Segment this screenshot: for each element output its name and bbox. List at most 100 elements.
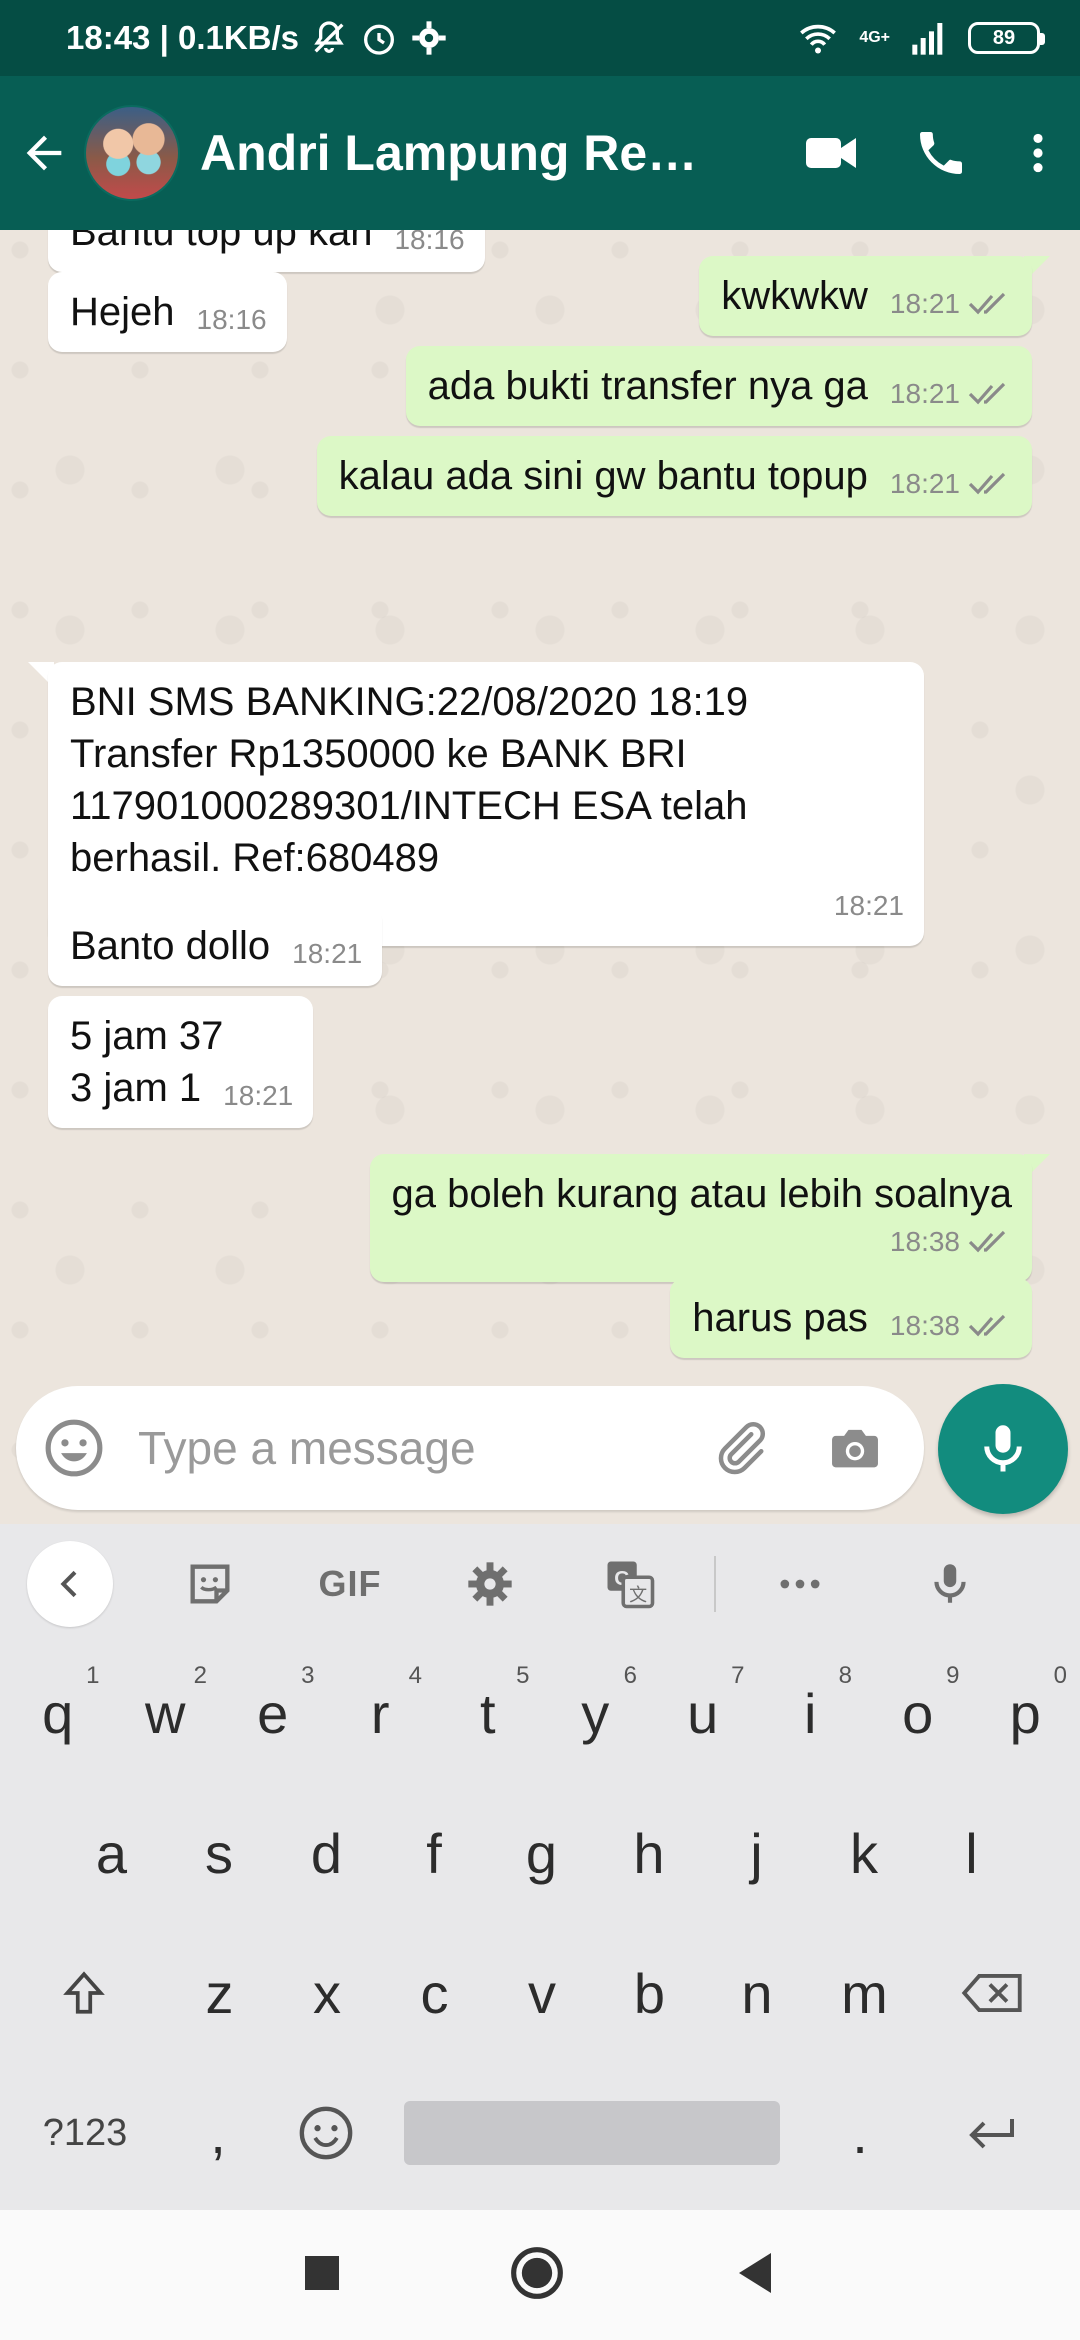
microphone-icon <box>934 1564 966 1603</box>
mute-notifications-icon <box>314 21 344 53</box>
video-camera-icon <box>806 138 856 168</box>
home-button[interactable] <box>509 2245 565 2306</box>
message-bubble-incoming[interactable]: Bantu top up kan 18:16 <box>48 230 485 272</box>
message-time: 18:38 <box>889 1226 960 1257</box>
back-button[interactable] <box>4 76 84 230</box>
key-t[interactable]: t5 <box>434 1644 542 1782</box>
key-u[interactable]: u7 <box>649 1644 757 1782</box>
key-hint: 9 <box>946 1662 960 1689</box>
message-bubble-incoming[interactable]: 5 jam 37 3 jam 1 18:21 <box>48 996 314 1128</box>
system-back-button[interactable] <box>735 2252 775 2298</box>
key-f[interactable]: f <box>381 1784 488 1922</box>
message-text: 5 jam 37 3 jam 1 <box>70 1014 224 1110</box>
key-label: e <box>257 1681 289 1745</box>
video-call-button[interactable] <box>776 76 886 230</box>
key-r[interactable]: r4 <box>327 1644 435 1782</box>
settings-gear-icon <box>412 21 446 55</box>
key-b[interactable]: b <box>596 1924 703 2062</box>
square-icon <box>305 2255 339 2290</box>
message-bubble-outgoing[interactable]: ada bukti transfer nya ga 18:21 <box>405 346 1032 426</box>
key-n[interactable]: n <box>704 1924 811 2062</box>
key-x[interactable]: x <box>274 1924 381 2062</box>
key-d[interactable]: d <box>273 1784 380 1922</box>
key-hint: 0 <box>1053 1662 1067 1689</box>
key-z[interactable]: z <box>166 1924 273 2062</box>
more-options-button[interactable] <box>730 1524 870 1644</box>
voice-call-button[interactable] <box>886 76 996 230</box>
soft-keyboard: q1w2e3r4t5y6u7i8o9p0 asdfghjkl zxcvbnm ?… <box>0 1644 1080 2210</box>
key-k[interactable]: k <box>811 1784 918 1922</box>
key-e[interactable]: e3 <box>219 1644 327 1782</box>
contact-avatar[interactable] <box>84 105 180 201</box>
message-bubble-incoming[interactable]: Hejeh 18:16 <box>48 272 287 352</box>
recents-button[interactable] <box>305 2255 339 2295</box>
comma-key[interactable]: , <box>168 2064 268 2202</box>
voice-record-button[interactable] <box>938 1384 1068 1514</box>
message-bubble-outgoing[interactable]: ga boleh kurang atau lebih soalnya 18:38 <box>369 1154 1032 1282</box>
symbols-key[interactable]: ?123 <box>20 2064 150 2202</box>
key-label: q <box>42 1681 74 1745</box>
sticker-button[interactable] <box>140 1524 280 1644</box>
period-key[interactable]: . <box>810 2064 910 2202</box>
emoji-icon <box>45 1419 103 1477</box>
keyboard-row-1: q1w2e3r4t5y6u7i8o9p0 <box>0 1644 1080 1782</box>
camera-button[interactable] <box>800 1419 910 1477</box>
key-o[interactable]: o9 <box>864 1644 972 1782</box>
camera-icon <box>832 1429 878 1468</box>
key-p[interactable]: p0 <box>972 1644 1080 1782</box>
double-check-read-icon <box>968 1314 1006 1337</box>
key-q[interactable]: q1 <box>4 1644 112 1782</box>
enter-key[interactable] <box>932 2064 1052 2202</box>
key-l[interactable]: l <box>918 1784 1025 1922</box>
contact-name[interactable]: Andri Lampung Rese... <box>200 124 720 182</box>
double-check-read-icon <box>968 1230 1006 1253</box>
voice-typing-button[interactable] <box>870 1524 1030 1644</box>
message-bubble-incoming[interactable]: Banto dollo 18:21 <box>48 906 383 986</box>
message-bubble-outgoing[interactable]: kwkwkw 18:21 <box>699 256 1032 336</box>
double-check-read-icon <box>968 292 1006 315</box>
overflow-menu-button[interactable] <box>996 76 1080 230</box>
wifi-icon <box>800 24 837 54</box>
message-text: BNI SMS BANKING:22/08/2020 18:19 Transfe… <box>70 680 749 880</box>
double-check-read-icon <box>968 472 1006 495</box>
message-bubble-outgoing[interactable]: kalau ada sini gw bantu topup 18:21 <box>316 436 1032 516</box>
key-h[interactable]: h <box>596 1784 703 1922</box>
key-y[interactable]: y6 <box>542 1644 650 1782</box>
message-list[interactable]: Bantu top up kan 18:16 Hejeh 18:16 kwkwkw 1… <box>0 230 1080 1520</box>
key-w[interactable]: w2 <box>112 1644 220 1782</box>
message-bubble-incoming[interactable]: BNI SMS BANKING:22/08/2020 18:19 Transfe… <box>48 662 924 946</box>
status-bar: 18:43 | 0.1KB/s 4G+ 89 <box>0 0 1080 76</box>
space-bar[interactable] <box>404 2101 780 2165</box>
message-text: harus pas <box>692 1296 868 1340</box>
message-bubble-outgoing[interactable]: harus pas 18:38 <box>670 1278 1032 1358</box>
attach-button[interactable] <box>680 1418 800 1478</box>
key-hint: 5 <box>516 1662 530 1689</box>
key-v[interactable]: v <box>489 1924 596 2062</box>
collapse-toolbar-button[interactable] <box>0 1524 140 1644</box>
key-j[interactable]: j <box>703 1784 810 1922</box>
message-composer[interactable]: Type a message <box>16 1386 924 1510</box>
keyboard-settings-button[interactable] <box>420 1524 560 1644</box>
status-time: 18:43 | 0.1KB/s <box>66 19 300 56</box>
message-text: kalau ada sini gw bantu topup <box>338 454 868 498</box>
emoji-icon <box>299 2106 353 2160</box>
key-i[interactable]: i8 <box>757 1644 865 1782</box>
key-a[interactable]: a <box>58 1784 165 1922</box>
emoji-button[interactable] <box>24 1417 124 1479</box>
gif-button[interactable]: GIF <box>280 1524 420 1644</box>
message-time: 18:21 <box>889 288 960 319</box>
message-text: Hejeh <box>70 290 175 334</box>
message-input[interactable]: Type a message <box>138 1421 680 1475</box>
sticker-icon <box>190 1564 230 1604</box>
keyboard-row-4: ?123 , . <box>0 2064 1080 2202</box>
backspace-key[interactable] <box>932 1924 1052 2062</box>
key-s[interactable]: s <box>166 1784 273 1922</box>
key-m[interactable]: m <box>811 1924 918 2062</box>
key-g[interactable]: g <box>488 1784 595 1922</box>
shift-key[interactable] <box>28 1924 140 2062</box>
key-hint: 1 <box>86 1662 100 1689</box>
message-time: 18:21 <box>889 468 960 499</box>
emoji-key[interactable] <box>272 2064 380 2202</box>
translate-button[interactable]: G文 <box>560 1524 700 1644</box>
key-c[interactable]: c <box>381 1924 488 2062</box>
